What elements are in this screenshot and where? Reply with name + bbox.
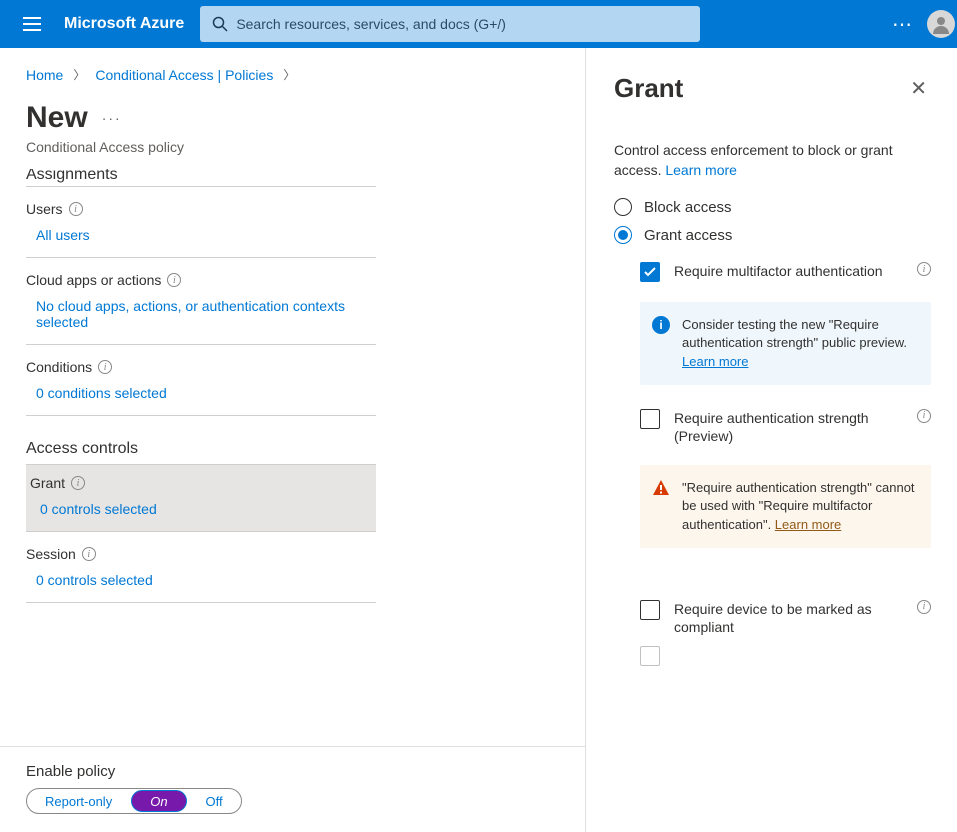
- grant-panel-description: Control access enforcement to block or g…: [614, 141, 931, 180]
- user-avatar[interactable]: [927, 10, 955, 38]
- require-auth-strength-label: Require authentication strength (Preview…: [674, 409, 903, 445]
- checkbox-partial[interactable]: [640, 646, 660, 666]
- brand-label[interactable]: Microsoft Azure: [56, 15, 200, 33]
- learn-more-link[interactable]: Learn more: [775, 517, 841, 532]
- info-icon[interactable]: i: [98, 360, 112, 374]
- warning-callout: "Require authentication strength" cannot…: [640, 465, 931, 548]
- checkbox-require-compliant-device[interactable]: [640, 600, 660, 620]
- enable-policy-label: Enable policy: [26, 763, 575, 780]
- global-search[interactable]: [200, 6, 700, 42]
- info-icon[interactable]: i: [917, 600, 931, 614]
- toggle-off[interactable]: Off: [188, 789, 241, 813]
- checkbox-require-mfa[interactable]: [640, 262, 660, 282]
- radio-block-access[interactable]: Block access: [614, 198, 931, 216]
- cloud-apps-label: Cloud apps or actions: [26, 272, 161, 288]
- page-subtitle: Conditional Access policy: [26, 139, 575, 155]
- users-value-link[interactable]: All users: [26, 227, 376, 251]
- radio-grant-access[interactable]: Grant access: [614, 226, 931, 244]
- require-compliant-device-label: Require device to be marked as compliant: [674, 600, 903, 636]
- conditions-label: Conditions: [26, 359, 92, 375]
- checkbox-require-auth-strength[interactable]: [640, 409, 660, 429]
- info-icon[interactable]: i: [82, 547, 96, 561]
- search-input[interactable]: [236, 16, 688, 32]
- learn-more-link[interactable]: Learn more: [665, 162, 737, 178]
- session-value-link[interactable]: 0 controls selected: [26, 572, 376, 596]
- info-callout: i Consider testing the new "Require auth…: [640, 302, 931, 385]
- assignments-heading: Assignments: [26, 169, 376, 187]
- search-icon: [212, 16, 228, 32]
- breadcrumb-conditional-access[interactable]: Conditional Access | Policies: [95, 67, 273, 83]
- enable-policy-toggle[interactable]: Report-only On Off: [26, 788, 242, 814]
- radio-icon: [614, 198, 632, 216]
- grant-panel-title: Grant: [614, 73, 683, 104]
- chevron-right-icon: 〉: [283, 66, 295, 83]
- topbar-more-button[interactable]: ⋯: [879, 0, 927, 48]
- hamburger-menu[interactable]: [8, 0, 56, 48]
- session-label: Session: [26, 546, 76, 562]
- info-icon[interactable]: i: [69, 202, 83, 216]
- close-icon[interactable]: ✕: [906, 72, 931, 105]
- access-controls-heading: Access controls: [26, 440, 376, 465]
- info-icon[interactable]: i: [71, 476, 85, 490]
- warning-icon: [652, 479, 670, 497]
- radio-icon: [614, 226, 632, 244]
- info-icon[interactable]: i: [917, 409, 931, 423]
- page-more-button[interactable]: ···: [102, 110, 122, 126]
- cloud-apps-value-link[interactable]: No cloud apps, actions, or authenticatio…: [26, 298, 376, 338]
- breadcrumb: Home 〉 Conditional Access | Policies 〉: [26, 66, 575, 83]
- learn-more-link[interactable]: Learn more: [682, 354, 748, 369]
- info-circle-icon: i: [652, 316, 670, 334]
- page-title: New: [26, 101, 88, 135]
- chevron-right-icon: 〉: [73, 66, 85, 83]
- info-icon[interactable]: i: [167, 273, 181, 287]
- breadcrumb-home[interactable]: Home: [26, 67, 63, 83]
- users-label: Users: [26, 201, 63, 217]
- svg-text:i: i: [659, 318, 662, 332]
- conditions-value-link[interactable]: 0 conditions selected: [26, 385, 376, 409]
- toggle-report-only[interactable]: Report-only: [27, 789, 130, 813]
- info-icon[interactable]: i: [917, 262, 931, 276]
- require-mfa-label: Require multifactor authentication: [674, 262, 903, 280]
- grant-label: Grant: [30, 475, 65, 491]
- toggle-on[interactable]: On: [131, 790, 186, 812]
- grant-value-link[interactable]: 0 controls selected: [30, 501, 376, 525]
